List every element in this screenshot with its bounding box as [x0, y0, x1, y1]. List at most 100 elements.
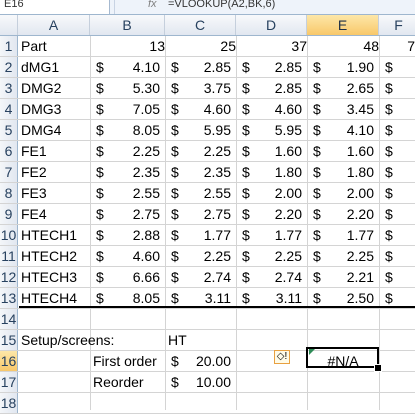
currency-value[interactable]: 2.35	[110, 162, 160, 182]
currency-value[interactable]: 2.65	[327, 78, 374, 98]
cell-a[interactable]: FE2	[21, 162, 47, 182]
currency-value[interactable]: 2.25	[110, 141, 160, 161]
fx-icon[interactable]: fx	[148, 0, 157, 10]
column-header-d[interactable]: D	[236, 15, 307, 35]
cell-a[interactable]: FE1	[21, 141, 47, 161]
currency-value[interactable]: 1.60	[256, 141, 302, 161]
row-header[interactable]: 14	[0, 309, 18, 329]
row-header[interactable]: 17	[0, 372, 18, 392]
currency-value[interactable]: 2.75	[110, 204, 160, 224]
name-box[interactable]: E16	[0, 0, 110, 14]
currency-value[interactable]: 5.30	[110, 78, 160, 98]
formula-input[interactable]: =VLOOKUP(A2,BK,6)	[168, 0, 275, 14]
currency-value[interactable]: 8.05	[110, 288, 160, 308]
currency-value[interactable]: 2.85	[185, 57, 231, 77]
cell-a[interactable]: HTECH3	[21, 267, 77, 287]
cell-b-label[interactable]: First order	[93, 351, 157, 371]
row-header[interactable]: 5	[0, 120, 18, 140]
currency-value[interactable]: 6.66	[110, 267, 160, 287]
currency-value[interactable]: 1.80	[256, 162, 302, 182]
row-header[interactable]: 12	[0, 267, 18, 287]
row-header[interactable]: 4	[0, 99, 18, 119]
column-header-f[interactable]: F	[379, 15, 415, 35]
currency-value[interactable]: 2.55	[110, 183, 160, 203]
header-value-cell[interactable]: 25	[165, 36, 236, 56]
currency-value[interactable]: 2.74	[256, 267, 302, 287]
cell-a[interactable]: Setup/screens:	[21, 330, 114, 350]
currency-value[interactable]: 5.95	[185, 120, 231, 140]
currency-value[interactable]: 2.25	[185, 246, 231, 266]
currency-value[interactable]: 4.60	[110, 246, 160, 266]
currency-value[interactable]: 4.10	[327, 120, 374, 140]
cell-b-label[interactable]: Reorder	[93, 372, 144, 392]
cell-a[interactable]: DMG2	[21, 78, 61, 98]
row-header[interactable]: 18	[0, 393, 18, 413]
cell-a[interactable]: Part	[21, 36, 47, 56]
currency-value[interactable]: 4.60	[185, 99, 231, 119]
currency-value[interactable]: 3.45	[327, 99, 374, 119]
row-header[interactable]: 8	[0, 183, 18, 203]
currency-value[interactable]: 2.00	[256, 183, 302, 203]
row-header[interactable]: 10	[0, 225, 18, 245]
column-header-a[interactable]: A	[18, 15, 90, 35]
currency-value[interactable]: 1.90	[327, 57, 374, 77]
header-value-cell[interactable]: 13	[90, 36, 165, 56]
currency-value[interactable]: 2.55	[185, 183, 231, 203]
header-value-cell[interactable]: 7	[379, 36, 415, 56]
currency-value[interactable]: 7.05	[110, 99, 160, 119]
column-header-c[interactable]: C	[165, 15, 236, 35]
currency-value[interactable]: 1.77	[256, 225, 302, 245]
row-header[interactable]: 7	[0, 162, 18, 182]
cell-a[interactable]: FE4	[21, 204, 47, 224]
currency-value[interactable]: 2.25	[256, 246, 302, 266]
currency-value[interactable]: 2.85	[256, 78, 302, 98]
currency-value[interactable]: 4.10	[110, 57, 160, 77]
fill-handle[interactable]	[374, 364, 382, 372]
cell-a[interactable]: dMG1	[21, 57, 59, 77]
currency-value[interactable]: 10.00	[185, 372, 231, 392]
column-header-b[interactable]: B	[90, 15, 165, 35]
row-header[interactable]: 15	[0, 330, 18, 350]
currency-value[interactable]: 2.85	[256, 57, 302, 77]
selected-cell-e16[interactable]	[306, 347, 379, 368]
cell-a[interactable]: HTECH4	[21, 288, 77, 308]
row-header[interactable]: 13	[0, 288, 18, 308]
cell-a[interactable]: DMG3	[21, 99, 61, 119]
cell-c-text[interactable]: HT	[168, 330, 187, 350]
currency-value[interactable]: 5.95	[256, 120, 302, 140]
column-header-e[interactable]: E	[307, 15, 379, 35]
currency-value[interactable]: 8.05	[110, 120, 160, 140]
currency-value[interactable]: 3.75	[185, 78, 231, 98]
currency-value[interactable]: 1.77	[185, 225, 231, 245]
currency-value[interactable]: 2.74	[185, 267, 231, 287]
currency-value[interactable]: 4.60	[256, 99, 302, 119]
currency-value[interactable]: 3.11	[185, 288, 231, 308]
row-header[interactable]: 9	[0, 204, 18, 224]
currency-value[interactable]: 2.25	[185, 141, 231, 161]
row-header[interactable]: 6	[0, 141, 18, 161]
currency-value[interactable]: 20.00	[185, 351, 231, 371]
currency-value[interactable]: 2.20	[256, 204, 302, 224]
select-all-corner[interactable]	[0, 15, 18, 35]
cell-a[interactable]: HTECH1	[21, 225, 77, 245]
currency-value[interactable]: 2.00	[327, 183, 374, 203]
row-header[interactable]: 16	[0, 351, 18, 371]
row-header[interactable]: 1	[0, 36, 18, 56]
row-header[interactable]: 11	[0, 246, 18, 266]
currency-value[interactable]: 2.50	[327, 288, 374, 308]
currency-value[interactable]: 2.21	[327, 267, 374, 287]
currency-value[interactable]: 2.25	[327, 246, 374, 266]
cell-a[interactable]: FE3	[21, 183, 47, 203]
currency-value[interactable]: 1.77	[327, 225, 374, 245]
currency-value[interactable]: 2.35	[185, 162, 231, 182]
header-value-cell[interactable]: 48	[307, 36, 379, 56]
error-check-button[interactable]: ◇!	[274, 350, 290, 364]
currency-value[interactable]: 2.88	[110, 225, 160, 245]
row-header[interactable]: 3	[0, 78, 18, 98]
header-value-cell[interactable]: 37	[236, 36, 307, 56]
cell-a[interactable]: DMG4	[21, 120, 61, 140]
currency-value[interactable]: 3.11	[256, 288, 302, 308]
currency-value[interactable]: 2.20	[327, 204, 374, 224]
currency-value[interactable]: 1.80	[327, 162, 374, 182]
currency-value[interactable]: 1.60	[327, 141, 374, 161]
